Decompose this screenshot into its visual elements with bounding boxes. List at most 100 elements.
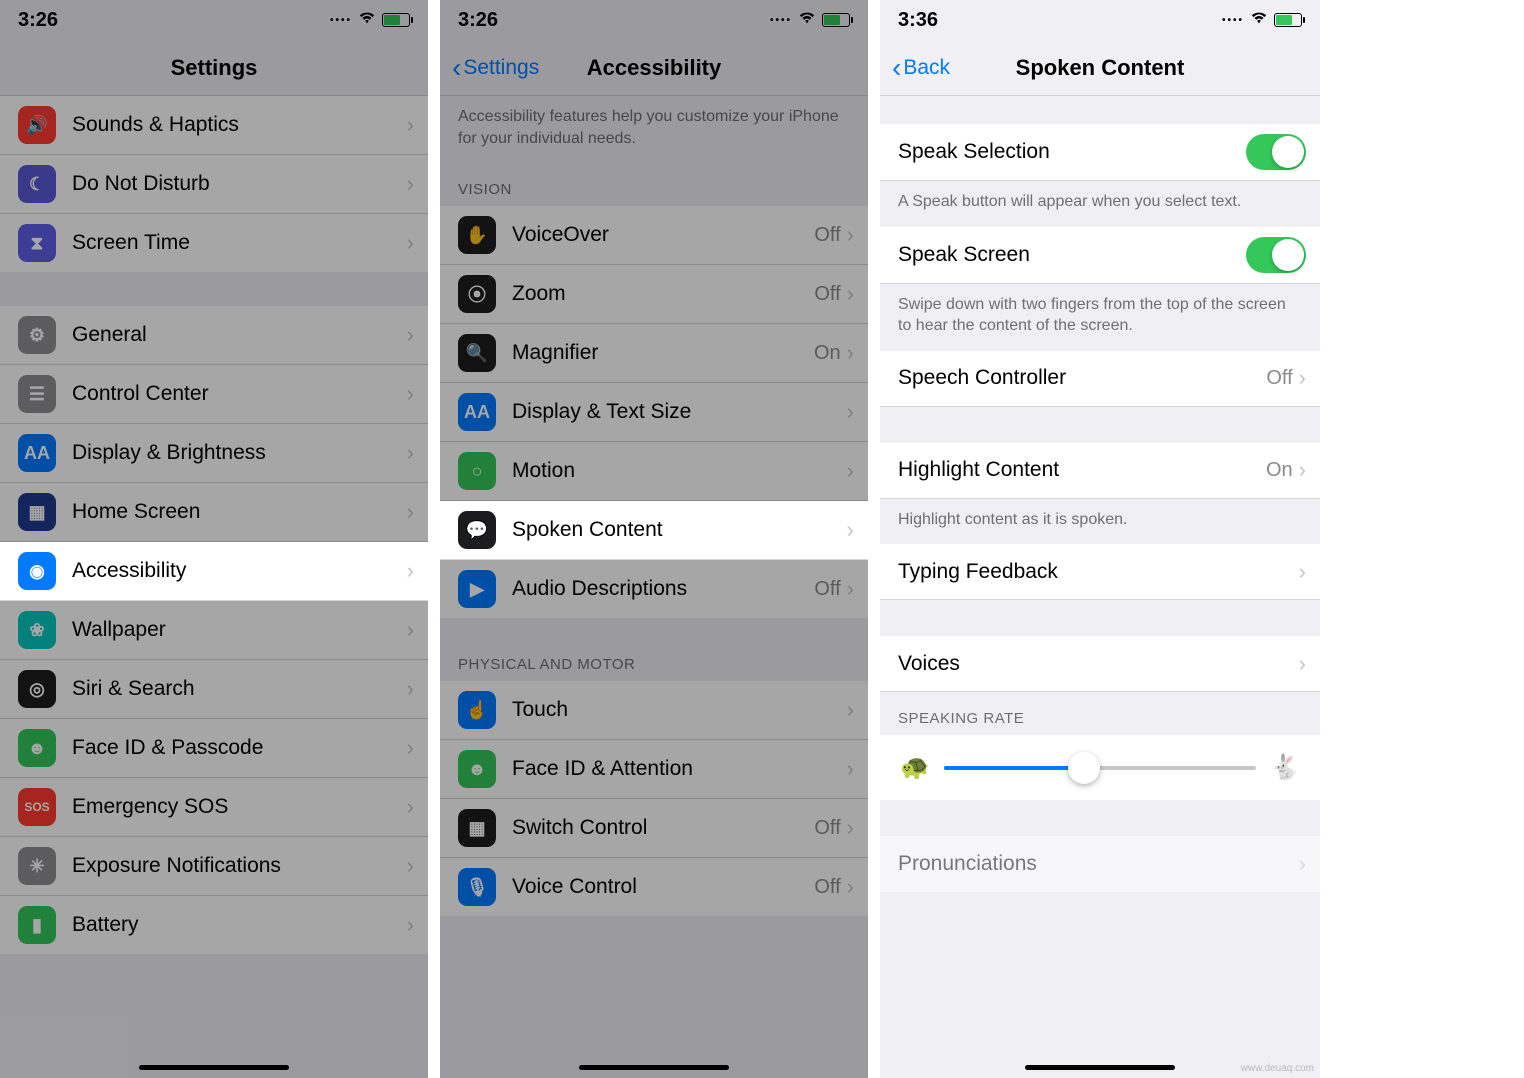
chevron-right-icon: › <box>847 874 854 900</box>
row-label: Emergency SOS <box>72 795 407 819</box>
row-label: Speak Selection <box>898 140 1246 164</box>
speak-screen-toggle[interactable] <box>1246 237 1306 273</box>
list-row[interactable]: ✳Exposure Notifications› <box>0 837 428 896</box>
list-row[interactable]: ▮ Battery› <box>0 896 428 954</box>
row-label: Spoken Content <box>512 518 847 542</box>
hare-icon: 🐇 <box>1270 753 1300 782</box>
chevron-right-icon: › <box>407 912 414 938</box>
chevron-right-icon: › <box>407 735 414 761</box>
accessibility-icon: ◉ <box>18 552 56 590</box>
list-row[interactable]: SOSEmergency SOS› <box>0 778 428 837</box>
settings-list[interactable]: 🔊Sounds & Haptics›☾Do Not Disturb›⧗Scree… <box>0 96 428 1078</box>
row-label: Speak Screen <box>898 243 1246 267</box>
battery-icon <box>382 13 410 27</box>
list-row[interactable]: ☾Do Not Disturb› <box>0 155 428 214</box>
status-bar: 3:26 •••• <box>0 0 428 40</box>
list-row[interactable]: ⦿ZoomOff› <box>440 265 868 324</box>
chevron-right-icon: › <box>1299 559 1306 585</box>
group-header: PHYSICAL AND MOTOR <box>440 638 868 681</box>
speak-screen-row[interactable]: Speak Screen <box>880 227 1320 284</box>
home-indicator[interactable] <box>139 1065 289 1070</box>
list-row[interactable]: ◉Accessibility› <box>0 542 428 601</box>
row-value: On <box>1266 459 1293 482</box>
nav-bar: ‹ Settings Accessibility <box>440 40 868 96</box>
cellular-icon: •••• <box>1222 15 1244 26</box>
page-title: Spoken Content <box>1016 55 1185 81</box>
list-row[interactable]: ✋VoiceOverOff› <box>440 206 868 265</box>
audiodesc-icon: ▶ <box>458 570 496 608</box>
siri-icon: ◎ <box>18 670 56 708</box>
textsize-icon: AA <box>458 393 496 431</box>
cellular-icon: •••• <box>330 15 352 26</box>
list-row[interactable]: 💬Spoken Content› <box>440 501 868 560</box>
back-button[interactable]: ‹ Back <box>892 40 950 95</box>
chevron-right-icon: › <box>847 222 854 248</box>
watermark: www.deuaq.com <box>1241 1063 1314 1074</box>
row-label: Voice Control <box>512 875 814 899</box>
list-row[interactable]: ◎Siri & Search› <box>0 660 428 719</box>
list-row[interactable]: AADisplay & Brightness› <box>0 424 428 483</box>
speaking-rate-slider-row: 🐢 🐇 <box>880 735 1320 800</box>
row-label: Screen Time <box>72 231 407 255</box>
list-row[interactable]: ☻Face ID & Passcode› <box>0 719 428 778</box>
list-row[interactable]: 🔊Sounds & Haptics› <box>0 96 428 155</box>
chevron-right-icon: › <box>847 340 854 366</box>
motion-icon: ○ <box>458 452 496 490</box>
accessibility-screen: 3:26 •••• ‹ Settings Accessibility Acces… <box>440 0 868 1078</box>
chevron-right-icon: › <box>847 399 854 425</box>
row-label: Exposure Notifications <box>72 854 407 878</box>
spoken-icon: 💬 <box>458 511 496 549</box>
speech-controller-row[interactable]: Speech Controller Off › <box>880 351 1320 407</box>
row-label: Battery <box>72 913 407 937</box>
grid-icon: ▦ <box>18 493 56 531</box>
nav-bar: Settings <box>0 40 428 96</box>
list-row[interactable]: AADisplay & Text Size› <box>440 383 868 442</box>
pronunciations-row[interactable]: Pronunciations › <box>880 836 1320 892</box>
list-row[interactable]: ☝Touch› <box>440 681 868 740</box>
row-value: Off <box>814 283 840 306</box>
list-row[interactable]: 🔍MagnifierOn› <box>440 324 868 383</box>
row-label: Voices <box>898 652 1299 676</box>
speaking-rate-header: SPEAKING RATE <box>880 692 1320 735</box>
list-row[interactable]: ⧗Screen Time› <box>0 214 428 272</box>
row-label: Do Not Disturb <box>72 172 407 196</box>
row-label: Sounds & Haptics <box>72 113 407 137</box>
chevron-right-icon: › <box>407 322 414 348</box>
row-label: Wallpaper <box>72 618 407 642</box>
status-icons: •••• <box>1222 11 1302 29</box>
list-row[interactable]: ⚙General› <box>0 306 428 365</box>
status-icons: •••• <box>770 11 850 29</box>
faceid-icon: ☻ <box>18 729 56 767</box>
typing-feedback-row[interactable]: Typing Feedback › <box>880 544 1320 600</box>
page-title: Accessibility <box>587 55 722 81</box>
back-button[interactable]: ‹ Settings <box>452 40 539 95</box>
list-row[interactable]: ▦Switch ControlOff› <box>440 799 868 858</box>
home-indicator[interactable] <box>579 1065 729 1070</box>
highlight-content-row[interactable]: Highlight Content On › <box>880 443 1320 499</box>
list-row[interactable]: ▶Audio DescriptionsOff› <box>440 560 868 618</box>
status-icons: •••• <box>330 11 410 29</box>
speaking-rate-slider[interactable] <box>944 766 1256 770</box>
list-row[interactable]: ▦Home Screen› <box>0 483 428 542</box>
list-row[interactable]: ☰Control Center› <box>0 365 428 424</box>
chevron-right-icon: › <box>407 381 414 407</box>
row-label: Touch <box>512 698 847 722</box>
touch-icon: ☝ <box>458 691 496 729</box>
home-indicator[interactable] <box>1025 1065 1175 1070</box>
chevron-right-icon: › <box>407 112 414 138</box>
spoken-list[interactable]: Speak Selection A Speak button will appe… <box>880 96 1320 1078</box>
list-row[interactable]: ☻Face ID & Attention› <box>440 740 868 799</box>
battery-icon: ▮ <box>18 906 56 944</box>
status-time: 3:26 <box>458 9 498 32</box>
list-row[interactable]: ❀Wallpaper› <box>0 601 428 660</box>
voices-row[interactable]: Voices › <box>880 636 1320 692</box>
chevron-right-icon: › <box>1299 851 1306 877</box>
speak-selection-row[interactable]: Speak Selection <box>880 124 1320 181</box>
row-label: Audio Descriptions <box>512 577 814 601</box>
list-row[interactable]: ○Motion› <box>440 442 868 501</box>
speak-selection-toggle[interactable] <box>1246 134 1306 170</box>
list-row[interactable]: 🎙Voice ControlOff› <box>440 858 868 916</box>
accessibility-list[interactable]: Accessibility features help you customiz… <box>440 96 868 1078</box>
wallpaper-icon: ❀ <box>18 611 56 649</box>
row-label: Display & Brightness <box>72 441 407 465</box>
